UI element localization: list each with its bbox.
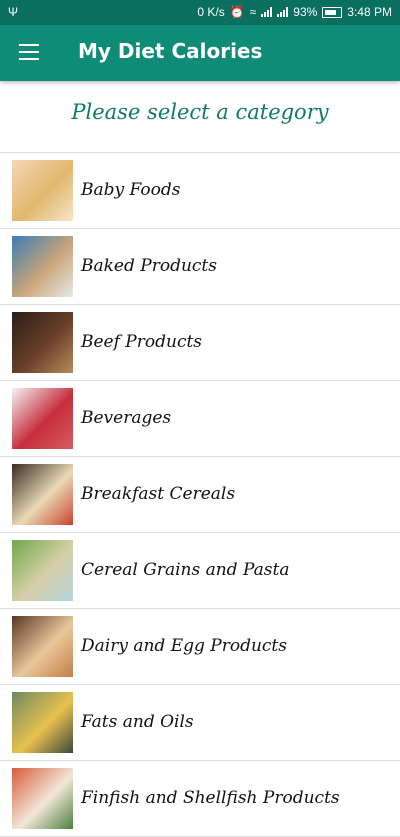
category-thumbnail — [12, 692, 73, 753]
category-label: Dairy and Egg Products — [81, 636, 287, 656]
wifi-icon: ≈ — [249, 5, 257, 19]
category-thumbnail — [12, 768, 73, 829]
category-label: Finfish and Shellfish Products — [81, 788, 340, 808]
category-label: Beverages — [81, 408, 172, 428]
category-label: Beef Products — [81, 332, 203, 352]
category-thumbnail — [12, 540, 73, 601]
category-item[interactable]: Dairy and Egg Products — [0, 609, 400, 685]
category-item[interactable]: Breakfast Cereals — [0, 457, 400, 533]
signal-icon-2 — [277, 7, 289, 17]
category-thumbnail — [12, 464, 73, 525]
category-list: Baby Foods Baked Products Beef Products Bev… — [0, 152, 400, 837]
category-label: Baked Products — [81, 256, 217, 276]
category-item[interactable]: Finfish and Shellfish Products — [0, 761, 400, 837]
hamburger-menu-icon[interactable] — [19, 44, 39, 60]
category-label: Baby Foods — [81, 180, 181, 200]
category-thumbnail — [12, 236, 73, 297]
category-thumbnail — [12, 160, 73, 221]
signal-icon — [261, 7, 273, 17]
category-label: Fats and Oils — [81, 712, 194, 732]
app-bar: My Diet Calories — [0, 25, 400, 81]
category-label: Breakfast Cereals — [81, 484, 236, 504]
status-bar: Ψ 0 K/s ⏰ ≈ 93% 3:48 PM — [0, 0, 400, 25]
category-item[interactable]: Beverages — [0, 381, 400, 457]
category-item[interactable]: Baked Products — [0, 229, 400, 305]
clock: 3:48 PM — [347, 5, 392, 19]
category-item[interactable]: Fats and Oils — [0, 685, 400, 761]
category-item[interactable]: Beef Products — [0, 305, 400, 381]
app-title: My Diet Calories — [78, 39, 263, 63]
category-item[interactable]: Baby Foods — [0, 152, 400, 229]
category-item[interactable]: Cereal Grains and Pasta — [0, 533, 400, 609]
category-thumbnail — [12, 388, 73, 449]
alarm-icon: ⏰ — [229, 5, 245, 19]
category-label: Cereal Grains and Pasta — [81, 560, 290, 580]
page-subtitle: Please select a category — [71, 100, 329, 124]
battery-icon — [322, 6, 343, 18]
battery-percent: 93% — [293, 5, 318, 19]
network-speed: 0 K/s — [197, 5, 225, 19]
usb-icon: Ψ — [8, 5, 19, 19]
category-thumbnail — [12, 312, 73, 373]
status-right: 0 K/s ⏰ ≈ 93% 3:48 PM — [197, 5, 392, 19]
category-thumbnail — [12, 616, 73, 677]
